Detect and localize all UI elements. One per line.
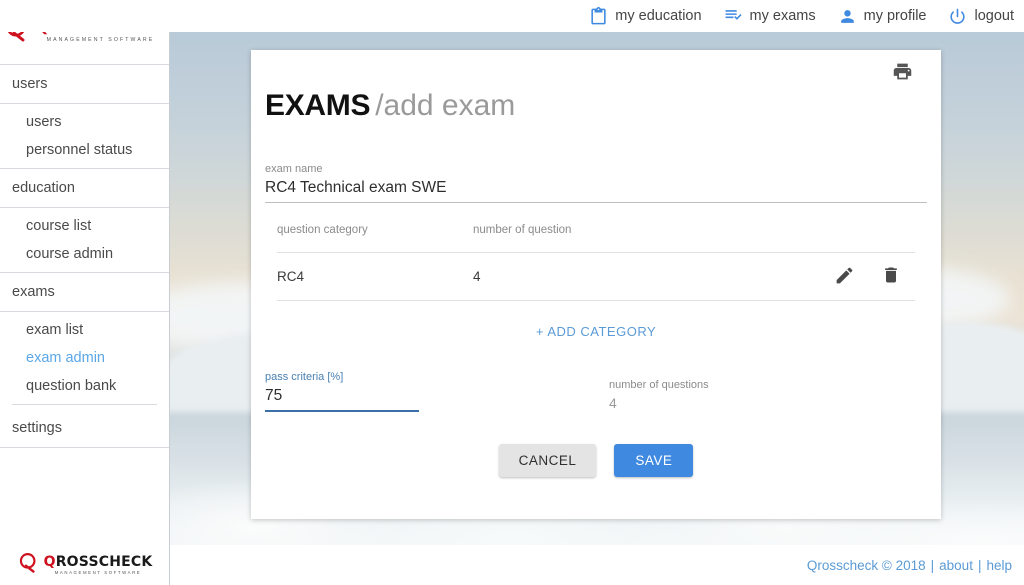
exam-name-underline [265, 202, 927, 203]
pass-criteria-label: pass criteria [%] [265, 371, 344, 383]
sidebar-section-exams[interactable]: exams [0, 272, 169, 312]
pass-criteria-field[interactable]: pass criteria [%] 75 [265, 371, 419, 412]
sidebar-group-exams: exam list exam admin question bank [0, 312, 169, 409]
sidebar-footer-logo: QROSSCHECK MANAGEMENT SOFTWARE [0, 545, 169, 585]
page-title-sub: /add exam [375, 89, 516, 122]
exam-name-label: exam name [265, 163, 323, 175]
top-bar: my education my exams my profile logout [0, 0, 1024, 32]
add-category-button[interactable]: + ADD CATEGORY [277, 324, 915, 339]
pass-criteria-value[interactable]: 75 [265, 387, 419, 410]
save-button[interactable]: SAVE [614, 444, 694, 477]
clipboard-icon [589, 6, 608, 26]
sidebar-item-course-list[interactable]: course list [0, 212, 169, 240]
sidebar-item-users[interactable]: users [0, 108, 169, 136]
footer-logo-tagline: MANAGEMENT SOFTWARE [54, 569, 142, 575]
nav-my-education[interactable]: my education [589, 6, 702, 26]
sidebar-section-settings[interactable]: settings [0, 409, 169, 448]
sidebar-group-education: course list course admin [0, 208, 169, 272]
playlist-check-icon [724, 7, 743, 26]
top-navigation: my education my exams my profile logout [589, 6, 1014, 26]
pass-criteria-underline [265, 410, 419, 412]
column-header-category: question category [277, 224, 368, 236]
edit-row-button[interactable] [834, 265, 855, 289]
nav-my-exams-label: my exams [749, 8, 816, 24]
pencil-icon [834, 265, 855, 289]
page-footer: Qrosscheck © 2018 | about | help [170, 545, 1024, 585]
table-header-row: question category number of question [277, 224, 915, 252]
nav-my-exams[interactable]: my exams [724, 7, 816, 26]
page-title: EXAMS/add exam [265, 91, 515, 121]
footer-copyright: Qrosscheck © 2018 [806, 557, 926, 573]
footer-separator-1: | [930, 557, 935, 573]
cancel-button[interactable]: CANCEL [498, 444, 597, 477]
sidebar-item-exam-list[interactable]: exam list [0, 316, 169, 344]
number-of-questions-value: 4 [609, 395, 617, 411]
trash-icon [881, 265, 901, 288]
table-row: RC4 4 [277, 252, 915, 301]
nav-my-profile[interactable]: my profile [838, 7, 927, 26]
modal-actions: CANCEL SAVE [251, 444, 941, 477]
nav-logout[interactable]: logout [948, 7, 1014, 26]
cell-number: 4 [473, 269, 481, 284]
exam-name-value[interactable]: RC4 Technical exam SWE [265, 179, 927, 202]
print-button[interactable] [889, 61, 915, 87]
footer-separator-2: | [977, 557, 982, 573]
number-of-questions-label: number of questions [609, 379, 709, 391]
cell-category: RC4 [277, 269, 305, 284]
footer-help-link[interactable]: help [986, 558, 1012, 573]
add-exam-modal: EXAMS/add exam exam name RC4 Technical e… [251, 50, 941, 519]
sidebar-group-users: users personnel status [0, 104, 169, 168]
delete-row-button[interactable] [881, 265, 901, 288]
sidebar-item-course-admin[interactable]: course admin [0, 240, 169, 268]
footer-logo-wordmark: QROSSCHECK [43, 553, 153, 570]
person-icon [838, 7, 857, 26]
sidebar-item-question-bank[interactable]: question bank [0, 372, 169, 400]
power-icon [948, 7, 967, 26]
page-title-main: EXAMS [265, 89, 371, 122]
number-of-questions-field: number of questions 4 [609, 379, 769, 416]
sidebar-divider [12, 404, 157, 405]
question-category-table: question category number of question RC4… [277, 224, 915, 339]
sidebar: QROSSCHECK MANAGEMENT SOFTWARE users use… [0, 0, 170, 585]
row-actions [834, 265, 915, 289]
nav-my-profile-label: my profile [863, 8, 927, 24]
sidebar-section-users[interactable]: users [0, 64, 169, 104]
sidebar-item-personnel-status[interactable]: personnel status [0, 136, 169, 164]
logo-tagline: MANAGEMENT SOFTWARE [46, 36, 155, 43]
column-header-number: number of question [473, 224, 572, 236]
sidebar-section-education[interactable]: education [0, 168, 169, 208]
exam-name-field[interactable]: exam name RC4 Technical exam SWE [265, 163, 927, 203]
printer-icon [892, 61, 913, 87]
nav-my-education-label: my education [615, 8, 702, 24]
nav-logout-label: logout [974, 8, 1014, 24]
sidebar-item-exam-admin[interactable]: exam admin [0, 344, 169, 372]
footer-logo-magnifier-icon [17, 551, 40, 579]
footer-about-link[interactable]: about [939, 558, 973, 573]
